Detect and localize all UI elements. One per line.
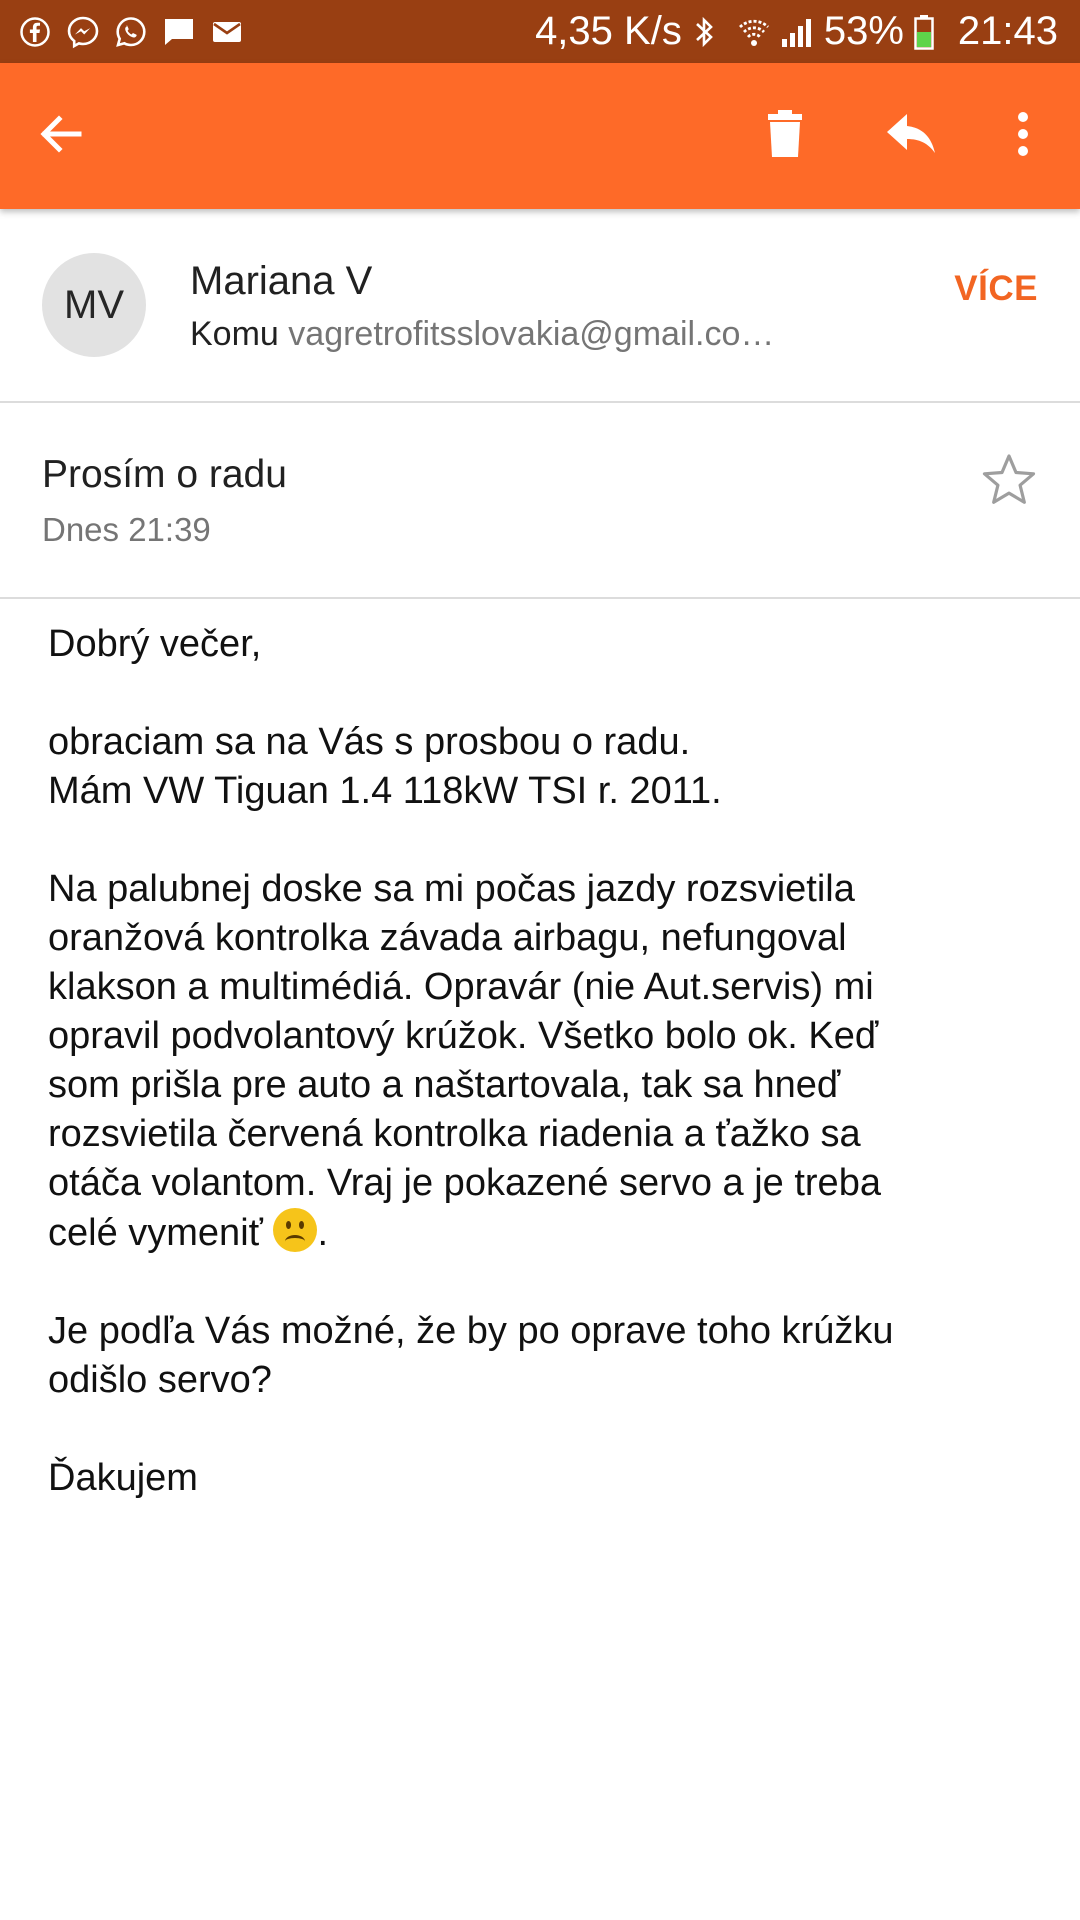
clock: 21:43 [957,9,1058,53]
reply-button[interactable] [856,63,966,209]
messenger-icon [66,15,100,49]
paragraph-intro: obraciam sa na Vás s prosbou o radu. Mám… [48,721,722,812]
sender-header: MV Mariana V Komu vagretrofitsslovakia@g… [0,209,1080,403]
bluetooth-icon [692,13,726,51]
whatsapp-icon [114,15,148,49]
to-label: Komu [190,315,279,353]
avatar[interactable]: MV [42,253,146,357]
network-speed: 4,35 K/s [535,9,682,53]
recipient-email: vagretrofitsslovakia@gmail.co… [288,315,775,353]
email-date: Dnes 21:39 [42,511,211,548]
sender-name[interactable]: Mariana V [190,259,372,304]
paragraph-problem: Na palubnej doske sa mi počas jazdy rozs… [48,868,881,1254]
email-body: Dobrý večer, obraciam sa na Vás s prosbo… [48,620,1048,1552]
trash-icon [765,109,805,164]
mail-icon [210,15,244,49]
more-options-button[interactable] [968,63,1078,209]
wifi-icon [736,13,770,51]
closing: Ďakujem [48,1457,198,1499]
system-status: 4,35 K/s 53% 21:43 [535,9,1058,54]
back-arrow-icon [37,110,85,163]
app-bar [0,63,1080,209]
subject-area: Prosím o radu Dnes 21:39 [0,403,1080,599]
signal-icon [780,13,814,51]
star-icon[interactable] [980,451,1038,509]
email-subject: Prosím o radu [42,453,287,496]
message-icon [162,15,196,49]
battery-icon [914,13,948,51]
delete-button[interactable] [730,63,840,209]
notification-icons [18,15,244,49]
recipient-line[interactable]: Komu vagretrofitsslovakia@gmail.co… [190,315,774,354]
paragraph-question: Je podľa Vás možné, že by po oprave toho… [48,1310,894,1401]
sad-face-emoji-icon [273,1208,318,1252]
battery-percent: 53% [823,9,904,53]
back-button[interactable] [6,63,116,209]
more-details-button[interactable]: VÍCE [954,269,1038,309]
reply-icon [885,112,937,161]
facebook-icon [18,15,52,49]
status-bar: 4,35 K/s 53% 21:43 [0,0,1080,63]
more-vert-icon [1016,111,1030,162]
greeting: Dobrý večer, [48,623,262,665]
